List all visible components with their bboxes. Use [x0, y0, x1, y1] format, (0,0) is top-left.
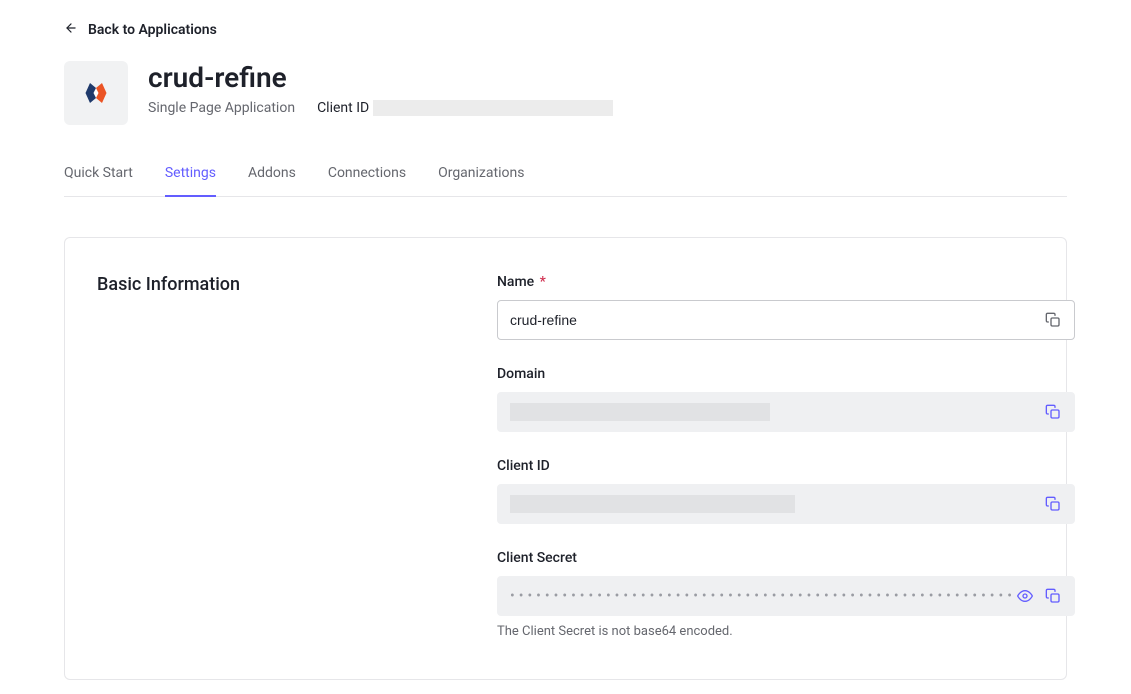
- tab-addons[interactable]: Addons: [248, 165, 296, 197]
- back-to-applications-link[interactable]: Back to Applications: [64, 21, 217, 39]
- name-label: Name *: [497, 274, 1075, 290]
- app-type-label: Single Page Application: [148, 100, 295, 116]
- tab-connections[interactable]: Connections: [328, 165, 406, 197]
- app-title: crud-refine: [148, 61, 613, 94]
- tab-organizations[interactable]: Organizations: [438, 165, 524, 197]
- tabs-nav: Quick Start Settings Addons Connections …: [64, 165, 1067, 197]
- tab-settings[interactable]: Settings: [165, 165, 216, 197]
- basic-information-card: Basic Information Name * Doma: [64, 237, 1067, 680]
- eye-icon[interactable]: [1016, 587, 1034, 605]
- client-secret-field-group: Client Secret ••••••••••••••••••••••••••…: [497, 550, 1075, 639]
- app-header: crud-refine Single Page Application Clie…: [64, 61, 1067, 125]
- domain-label: Domain: [497, 366, 1075, 382]
- tab-quick-start[interactable]: Quick Start: [64, 165, 133, 197]
- client-id-header-label: Client ID: [317, 100, 369, 116]
- required-indicator: *: [540, 274, 546, 290]
- client-id-field-group: Client ID: [497, 458, 1075, 524]
- domain-field-group: Domain: [497, 366, 1075, 432]
- domain-value: [510, 403, 770, 421]
- arrow-left-icon: [64, 21, 78, 39]
- client-id-label: Client ID: [497, 458, 1075, 474]
- name-input[interactable]: [510, 301, 1044, 339]
- copy-icon[interactable]: [1044, 587, 1062, 605]
- client-secret-value: ••••••••••••••••••••••••••••••••••••••••…: [510, 588, 1016, 604]
- copy-icon[interactable]: [1044, 495, 1062, 513]
- client-id-value: [510, 495, 795, 513]
- copy-icon[interactable]: [1044, 311, 1062, 329]
- copy-icon[interactable]: [1044, 403, 1062, 421]
- client-secret-help: The Client Secret is not base64 encoded.: [497, 624, 1075, 639]
- back-link-label: Back to Applications: [88, 22, 217, 38]
- client-secret-label: Client Secret: [497, 550, 1075, 566]
- app-logo-icon: [64, 61, 128, 125]
- section-title: Basic Information: [97, 274, 457, 295]
- name-field-group: Name *: [497, 274, 1075, 340]
- client-id-header-value: [373, 100, 613, 116]
